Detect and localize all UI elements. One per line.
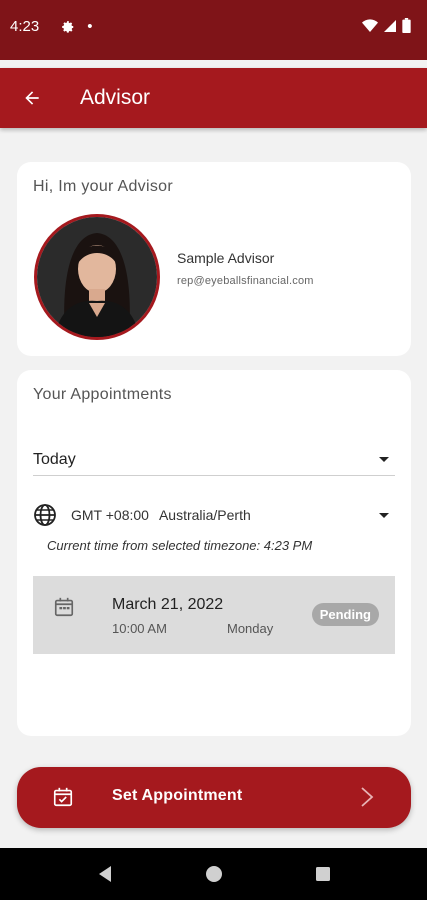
chevron-down-icon [379,457,389,462]
app-bar: Advisor [0,68,427,128]
chevron-down-icon [379,512,389,518]
appointment-day: Monday [227,621,274,636]
nav-home-icon[interactable] [205,865,223,883]
status-time: 4:23 [10,18,40,35]
date-filter-select[interactable]: Today [33,444,395,476]
advisor-email: rep@eyeballsfinancial.com [177,275,314,287]
advisor-name: Sample Advisor [177,250,275,266]
timezone-offset: GMT +08:00 [71,507,149,523]
current-time-text: Current time from selected timezone: 4:2… [47,538,313,553]
calendar-icon [54,597,74,617]
appointment-time: 10:00 AM [112,621,167,636]
appointments-heading: Your Appointments [33,386,172,403]
timezone-name: Australia/Perth [158,507,251,523]
nav-back-icon[interactable] [97,865,113,883]
appointments-card: Your Appointments Today GMT +08:00 Austr… [17,370,411,736]
nav-recents-icon[interactable] [315,866,331,882]
advisor-avatar [34,214,160,340]
back-button[interactable] [2,68,62,128]
wifi-icon [362,18,378,32]
status-left: 4:23 • [10,18,92,35]
set-appointment-label: Set Appointment [112,787,243,804]
arrow-left-icon [25,91,39,105]
signal-icon [384,19,396,32]
notification-dot: • [87,18,93,35]
chevron-right-icon [361,787,374,807]
status-right [362,18,411,33]
timezone-select[interactable]: GMT +08:00 Australia/Perth [33,503,395,527]
globe-icon [34,504,56,526]
calendar-check-icon [53,787,73,807]
advisor-card: Hi, Im your Advisor Sample Advisor rep@e… [17,162,411,356]
status-badge: Pending [311,603,379,626]
settings-icon [62,20,74,33]
status-bar: 4:23 • [0,0,427,60]
advisor-photo [37,217,157,337]
date-filter-value: Today [33,450,76,468]
advisor-heading: Hi, Im your Advisor [33,178,173,195]
battery-icon [402,18,411,33]
appointment-date: March 21, 2022 [112,596,224,613]
set-appointment-button[interactable]: Set Appointment [17,767,411,828]
page-title: Advisor [80,86,151,109]
appointment-item[interactable]: March 21, 2022 10:00 AM Monday Pending [33,576,395,654]
system-nav-bar [0,848,427,900]
